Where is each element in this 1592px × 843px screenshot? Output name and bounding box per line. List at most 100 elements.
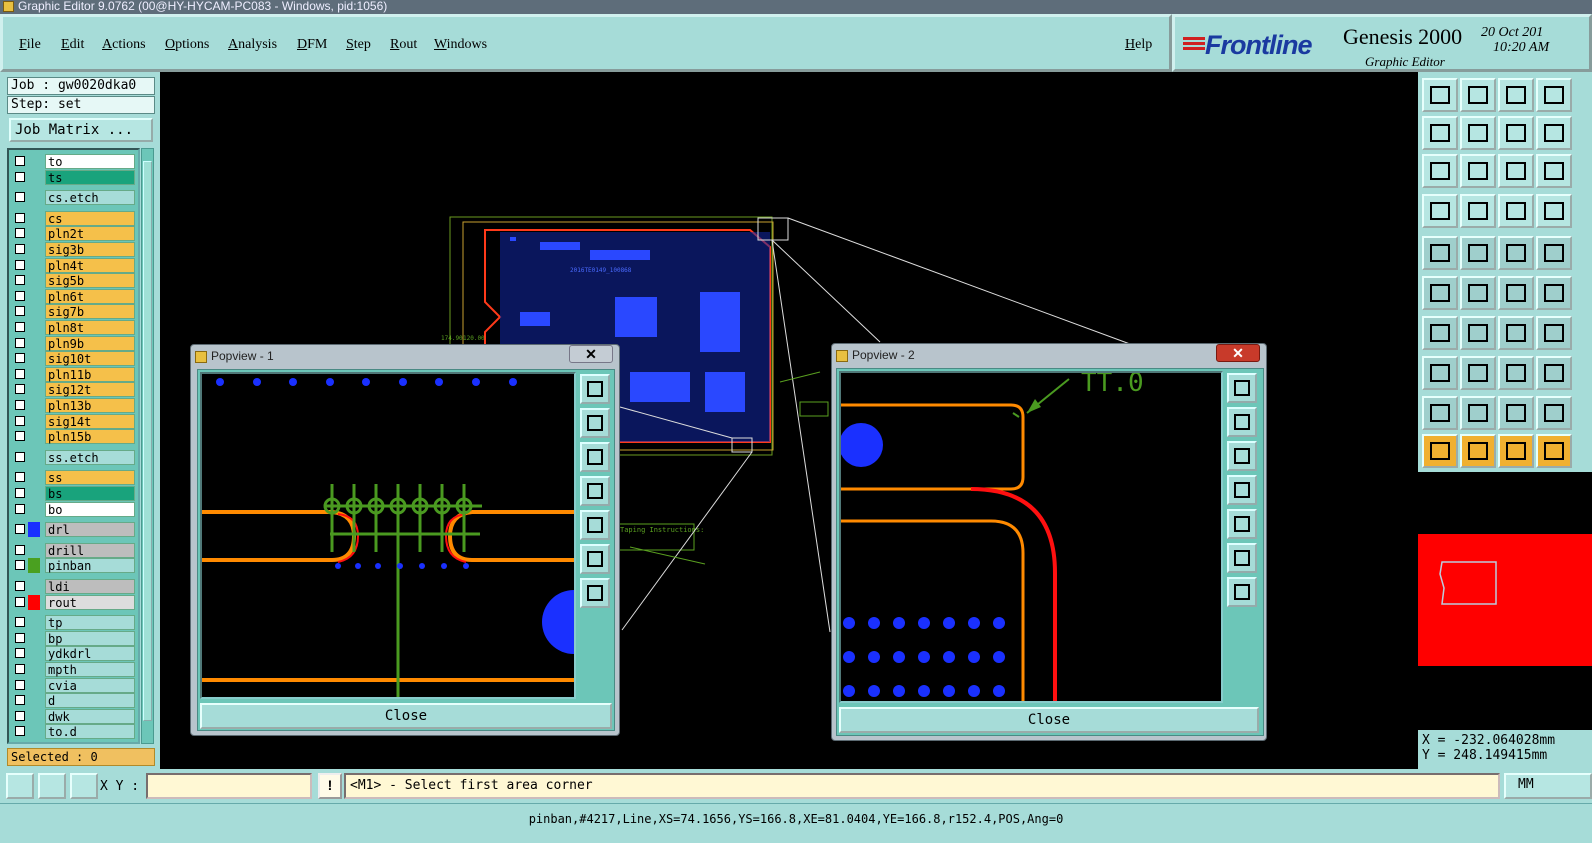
layer-checkbox[interactable]: [15, 710, 25, 721]
layer-checkbox[interactable]: [15, 431, 25, 442]
menu-edit[interactable]: Edit: [61, 37, 84, 53]
zoom-back-icon[interactable]: [1498, 116, 1534, 150]
pan-right-icon[interactable]: [1227, 509, 1257, 539]
layer-row[interactable]: ldi: [11, 579, 137, 594]
layer-checkbox[interactable]: [15, 544, 25, 555]
node-icon[interactable]: [1422, 276, 1458, 310]
menu-file[interactable]: File: [19, 37, 41, 53]
grid-icon[interactable]: [70, 773, 98, 799]
zoom-window-icon[interactable]: [580, 374, 610, 404]
measure-icon[interactable]: [1422, 194, 1458, 228]
navigator-minimap[interactable]: [1418, 476, 1592, 730]
history-icon[interactable]: [1536, 78, 1572, 112]
layer-checkbox[interactable]: [15, 290, 25, 301]
layer-row[interactable]: sig12t: [11, 382, 137, 398]
zoom-in-icon[interactable]: [1227, 407, 1257, 437]
layer-row[interactable]: pln2t: [11, 226, 137, 242]
delete-icon[interactable]: [1460, 276, 1496, 310]
menu-analysis[interactable]: Analysis: [228, 37, 277, 53]
draw-line-icon[interactable]: [1460, 236, 1496, 270]
layer-row[interactable]: rout: [11, 594, 137, 610]
layer-row[interactable]: ts: [11, 169, 137, 185]
layer-row[interactable]: ydkdrl: [11, 646, 137, 662]
snap-icon[interactable]: [1422, 356, 1458, 390]
home-icon[interactable]: [1498, 78, 1534, 112]
zoom-out-icon[interactable]: [1460, 78, 1496, 112]
layer-row[interactable]: drill: [11, 542, 137, 558]
triangle-icon[interactable]: [1422, 396, 1458, 430]
pointer-move-icon[interactable]: [1498, 434, 1534, 468]
layer-row[interactable]: cs: [11, 210, 137, 226]
pan-left-icon[interactable]: [1422, 116, 1458, 150]
popview-2-window[interactable]: Popview - 2 ✕ TT.0 Close: [831, 343, 1267, 741]
arrow-up-alt2-icon[interactable]: [1536, 396, 1572, 430]
layer-row[interactable]: pln4t: [11, 257, 137, 273]
layer-checkbox[interactable]: [15, 156, 25, 166]
snap-angle-icon[interactable]: [38, 773, 66, 799]
minus-icon[interactable]: [1460, 356, 1496, 390]
select-pad-icon[interactable]: [1422, 236, 1458, 270]
pointer-icon[interactable]: [1422, 434, 1458, 468]
units-button[interactable]: MM: [1504, 773, 1592, 799]
layer-row[interactable]: cs.etch: [11, 190, 137, 206]
ruler-icon[interactable]: [1498, 236, 1534, 270]
layer-checkbox[interactable]: [15, 581, 25, 591]
layer-checkbox[interactable]: [15, 228, 25, 239]
layer-checkbox[interactable]: [15, 192, 25, 203]
layer-checkbox[interactable]: [15, 503, 25, 514]
layer-checkbox[interactable]: [15, 560, 25, 571]
menu-actions[interactable]: Actions: [102, 37, 146, 53]
fit-screen-icon[interactable]: [1227, 543, 1257, 573]
rotate-icon[interactable]: [1498, 316, 1534, 350]
popview-2-view[interactable]: TT.0: [839, 371, 1223, 703]
layer-row[interactable]: pln6t: [11, 288, 137, 304]
layer-checkbox[interactable]: [15, 384, 25, 395]
pointer-edit-icon[interactable]: [1536, 434, 1572, 468]
mirror-icon[interactable]: [1536, 316, 1572, 350]
fit-profile-icon[interactable]: [1460, 154, 1496, 188]
pointer-select-icon[interactable]: [1460, 434, 1496, 468]
layer-checkbox[interactable]: [15, 212, 25, 223]
layer-checkbox[interactable]: [15, 353, 25, 364]
angle-icon[interactable]: [1422, 316, 1458, 350]
menu-rout[interactable]: Rout: [390, 37, 417, 53]
layer-checkbox[interactable]: [15, 472, 25, 483]
layer-checkbox[interactable]: [15, 679, 25, 690]
line-edit-icon[interactable]: [1460, 316, 1496, 350]
layer-checkbox[interactable]: [15, 488, 25, 498]
layer-list-scrollbar[interactable]: [141, 148, 154, 744]
layer-row[interactable]: cvia: [11, 677, 137, 693]
layer-row[interactable]: ss: [11, 470, 137, 486]
layer-checkbox[interactable]: [15, 524, 25, 535]
menu-options[interactable]: Options: [165, 37, 209, 53]
layer-row[interactable]: ss.etch: [11, 449, 137, 465]
fit-screen-icon[interactable]: [580, 544, 610, 574]
arrow-up-alt-icon[interactable]: [1498, 396, 1534, 430]
arrow-up-icon[interactable]: [1460, 396, 1496, 430]
fit-profile-icon[interactable]: [1227, 577, 1257, 607]
layer-checkbox[interactable]: [15, 306, 25, 317]
close-icon[interactable]: ✕: [569, 345, 613, 363]
zoom-in-icon[interactable]: [580, 408, 610, 438]
layer-row[interactable]: pinban: [11, 558, 137, 574]
layer-row[interactable]: pln11b: [11, 366, 137, 382]
warning-icon[interactable]: !: [318, 773, 342, 799]
layer-checkbox[interactable]: [15, 664, 25, 674]
snap-mode-icon[interactable]: [6, 773, 34, 799]
scroll-thumb[interactable]: [143, 161, 152, 721]
layer-row[interactable]: bo: [11, 501, 137, 517]
copy-icon[interactable]: [1536, 276, 1572, 310]
layer-row[interactable]: sig10t: [11, 351, 137, 367]
layer-checkbox[interactable]: [15, 171, 25, 182]
page-icon[interactable]: [1536, 116, 1572, 150]
popview-1-close-button[interactable]: Close: [200, 703, 612, 729]
menu-windows[interactable]: Windows: [434, 37, 487, 53]
menu-dfm[interactable]: DFM: [297, 37, 327, 53]
layer-row[interactable]: sig14t: [11, 413, 137, 429]
connect-icon[interactable]: [1536, 194, 1572, 228]
layer-row[interactable]: pln13b: [11, 398, 137, 413]
menu-help[interactable]: Help: [1125, 37, 1152, 53]
probe-icon[interactable]: [1460, 194, 1496, 228]
layer-checkbox[interactable]: [15, 617, 25, 628]
layer-checkbox[interactable]: [15, 337, 25, 348]
